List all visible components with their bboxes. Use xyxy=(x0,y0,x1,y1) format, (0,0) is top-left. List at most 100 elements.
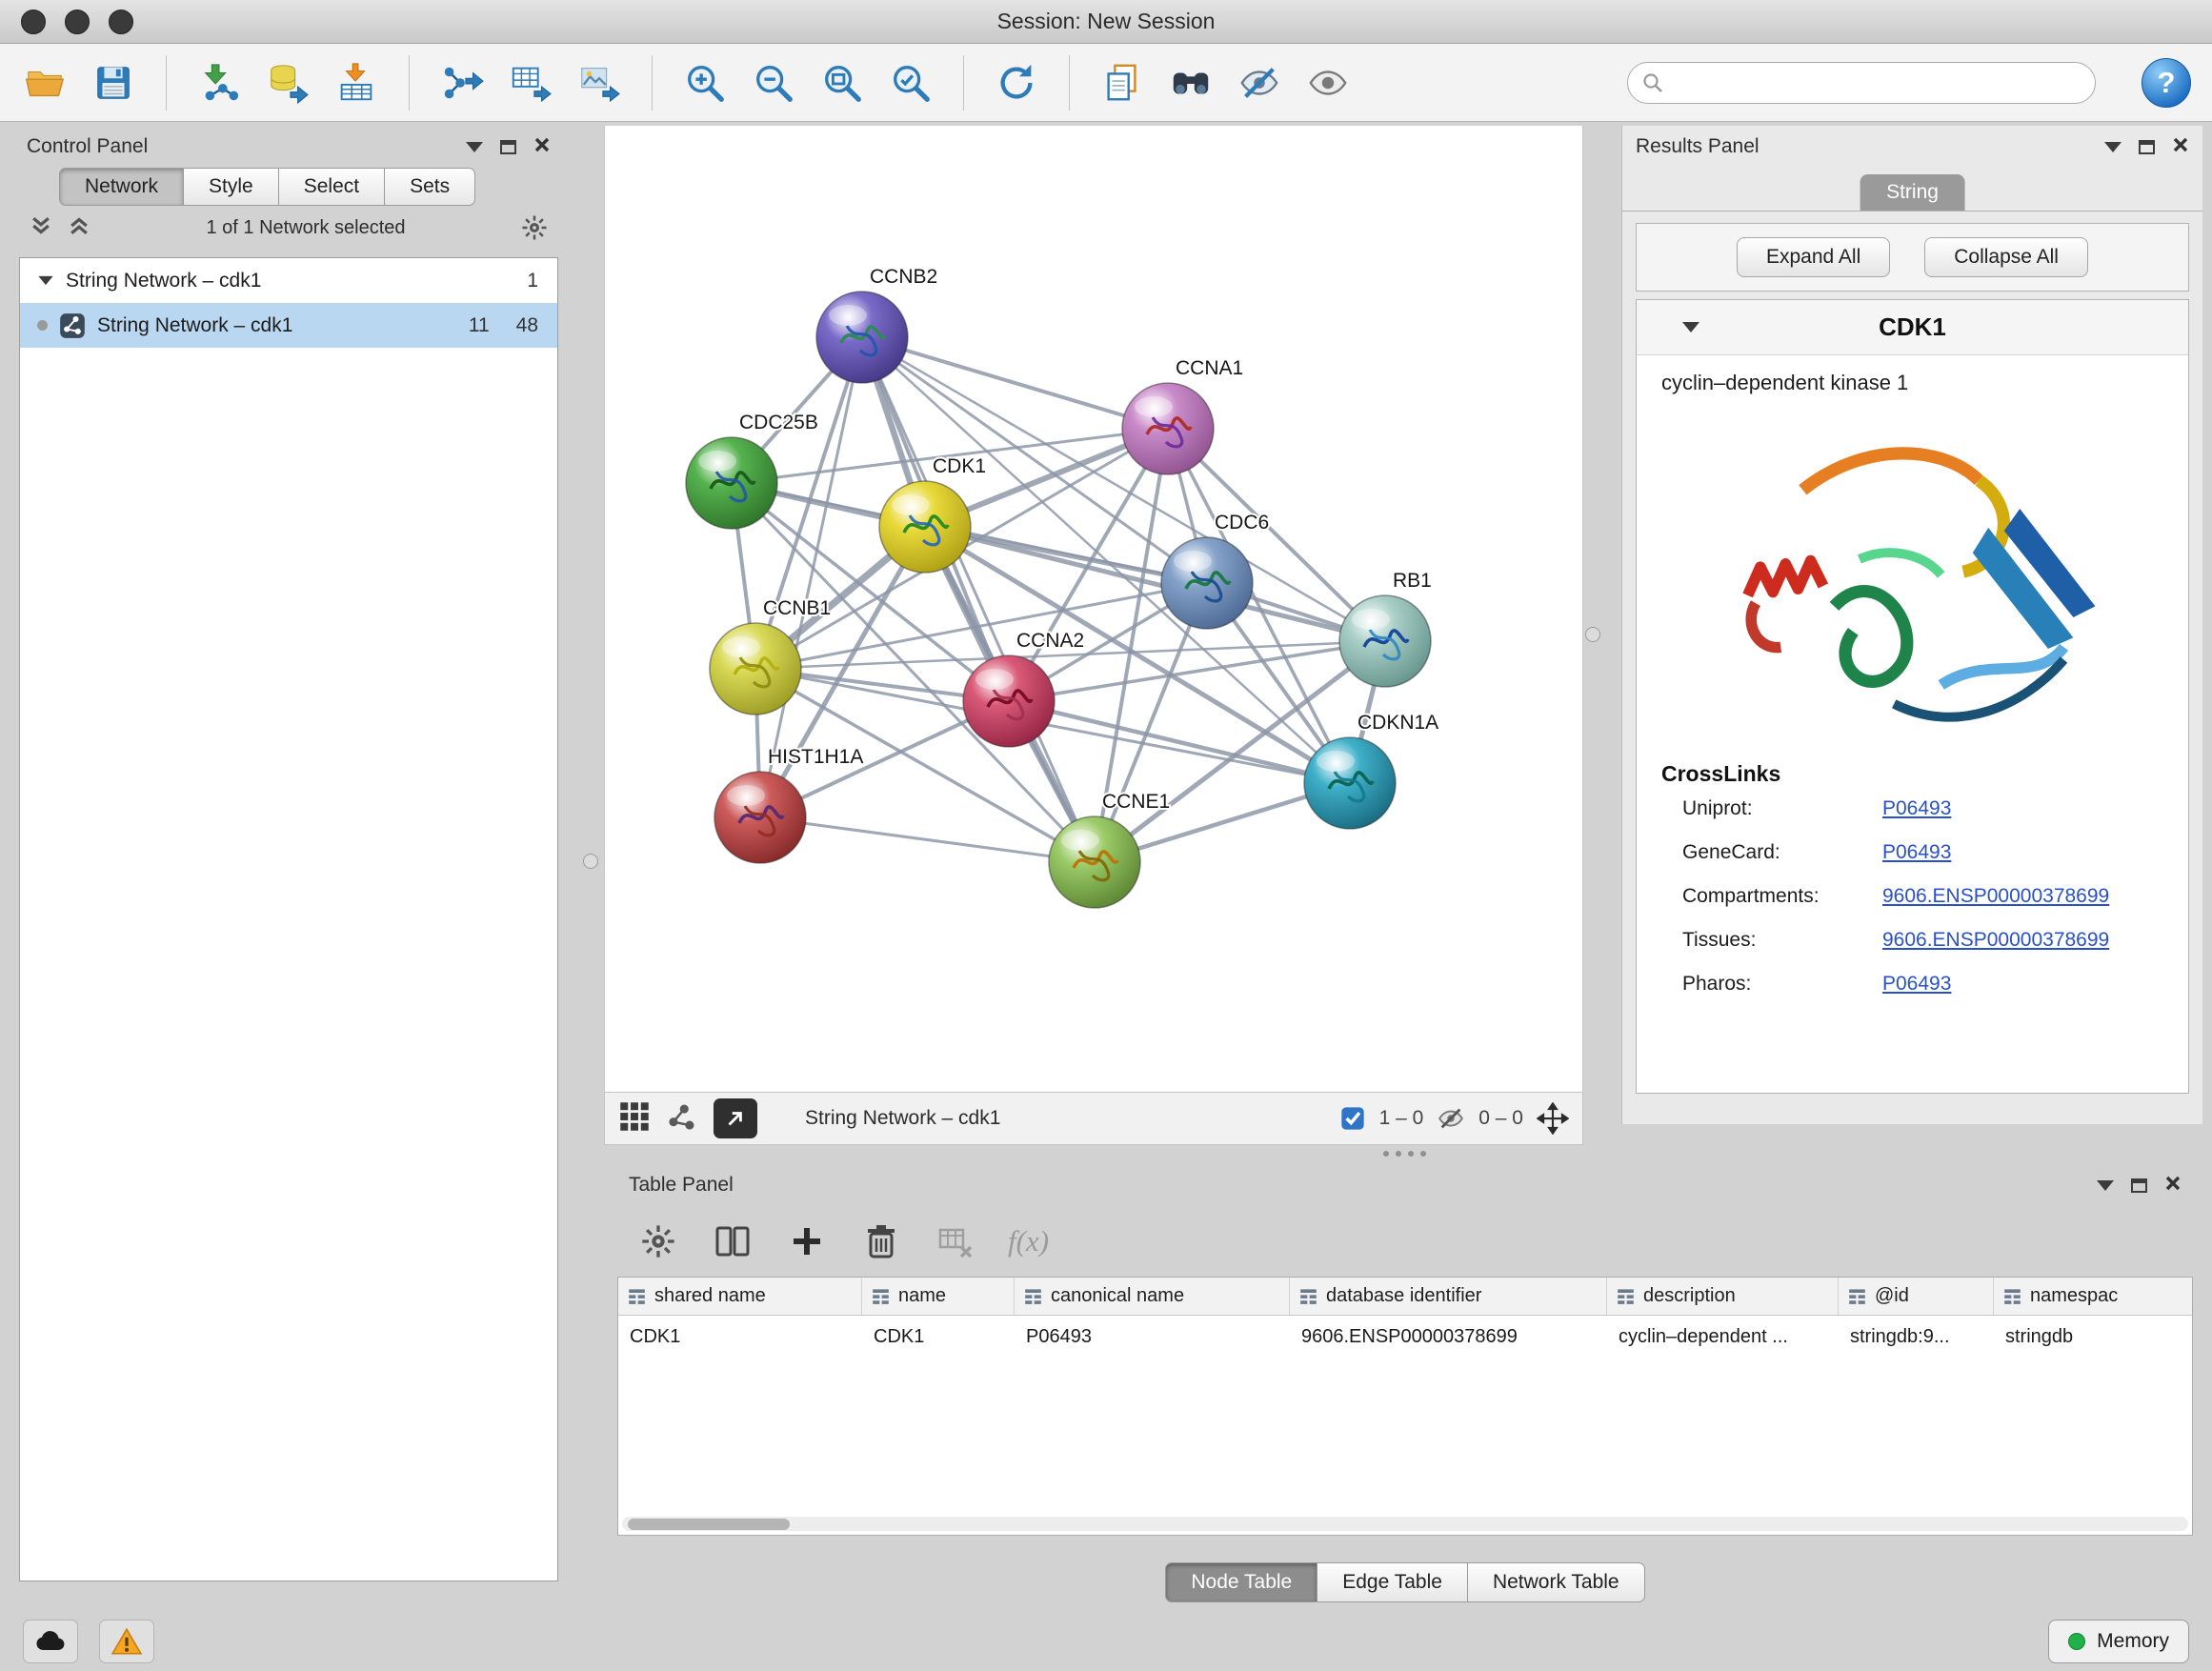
import-network-from-database-button[interactable] xyxy=(264,59,312,107)
table-cell[interactable]: cyclin–dependent ... xyxy=(1607,1326,1839,1348)
tab-string[interactable]: String xyxy=(1860,174,1965,211)
column-header[interactable]: shared name xyxy=(618,1278,862,1315)
export-network-button[interactable] xyxy=(438,59,486,107)
tab-select[interactable]: Select xyxy=(279,168,385,206)
column-header[interactable]: name xyxy=(862,1278,1015,1315)
column-header[interactable]: database identifier xyxy=(1290,1278,1607,1315)
horizontal-splitter-grip[interactable] xyxy=(1383,1151,1426,1157)
birdseye-view-icon[interactable] xyxy=(666,1100,698,1137)
selected-checkbox-icon[interactable] xyxy=(1339,1105,1366,1132)
grid-view-icon[interactable] xyxy=(618,1100,651,1137)
network-node-CDC6[interactable]: CDC6 xyxy=(1161,512,1269,629)
search-box[interactable] xyxy=(1627,62,2096,104)
cloud-status-button[interactable] xyxy=(23,1620,78,1663)
network-node-RB1[interactable]: RB1 xyxy=(1339,570,1432,687)
close-panel-icon[interactable] xyxy=(2164,1175,2182,1197)
network-edge-CCNB2-CCNA1[interactable] xyxy=(862,337,1168,429)
network-edge-CCNB2-CCNE1[interactable] xyxy=(862,337,1095,862)
first-neighbors-button[interactable] xyxy=(1167,59,1215,107)
help-button[interactable]: ? xyxy=(2142,58,2191,108)
tab-network-table[interactable]: Network Table xyxy=(1468,1562,1645,1602)
network-node-CCNB1[interactable]: CCNB1 xyxy=(710,597,831,715)
create-column-button[interactable] xyxy=(785,1219,829,1263)
column-header[interactable]: canonical name xyxy=(1015,1278,1290,1315)
node-details-header[interactable]: CDK1 xyxy=(1637,300,2188,355)
table-row[interactable]: CDK1CDK1P064939606.ENSP00000378699cyclin… xyxy=(618,1316,2192,1358)
expand-all-button[interactable]: Expand All xyxy=(1737,237,1890,277)
export-table-button[interactable] xyxy=(507,59,554,107)
column-header[interactable]: namespac xyxy=(1994,1278,2193,1315)
panel-menu-icon[interactable] xyxy=(2104,142,2122,152)
collapse-all-button[interactable]: Collapse All xyxy=(1924,237,2088,277)
network-edge-HIST1H1A-CCNE1[interactable] xyxy=(760,817,1095,862)
collection-disclosure-icon[interactable] xyxy=(38,276,52,285)
horizontal-scrollbar[interactable] xyxy=(622,1517,2188,1531)
crosslink-link[interactable]: P06493 xyxy=(1882,973,1951,996)
open-in-window-button[interactable] xyxy=(714,1098,757,1138)
network-node-CDC25B[interactable]: CDC25B xyxy=(686,412,818,529)
function-builder-button[interactable]: f(x) xyxy=(1008,1224,1049,1258)
crosshair-move-icon[interactable] xyxy=(1537,1102,1569,1135)
open-session-button[interactable] xyxy=(21,59,69,107)
network-node-HIST1H1A[interactable]: HIST1H1A xyxy=(714,746,863,863)
export-image-button[interactable] xyxy=(575,59,623,107)
column-header[interactable]: @id xyxy=(1839,1278,1994,1315)
crosslink-link[interactable]: P06493 xyxy=(1882,841,1951,864)
delete-table-button[interactable] xyxy=(934,1219,977,1263)
network-node-CCNB2[interactable]: CCNB2 xyxy=(816,266,937,383)
refresh-button[interactable] xyxy=(993,59,1040,107)
panel-menu-icon[interactable] xyxy=(466,142,483,152)
delete-column-button[interactable] xyxy=(859,1219,903,1263)
float-panel-icon[interactable] xyxy=(2139,140,2155,154)
panel-menu-icon[interactable] xyxy=(2097,1180,2114,1191)
left-splitter-handle[interactable] xyxy=(583,854,598,869)
tab-sets[interactable]: Sets xyxy=(385,168,475,206)
network-collection-row[interactable]: String Network – cdk1 1 xyxy=(20,258,557,303)
close-panel-icon[interactable] xyxy=(2172,136,2189,158)
tab-edge-table[interactable]: Edge Table xyxy=(1317,1562,1468,1602)
tab-node-table[interactable]: Node Table xyxy=(1165,1562,1317,1602)
details-disclosure-icon[interactable] xyxy=(1682,322,1699,332)
crosslink-link[interactable]: 9606.ENSP00000378699 xyxy=(1882,885,2109,908)
show-all-button[interactable] xyxy=(1304,59,1352,107)
network-row-selected[interactable]: String Network – cdk1 11 48 xyxy=(20,303,557,348)
hidden-eye-slash-icon[interactable] xyxy=(1437,1104,1465,1133)
import-network-from-file-button[interactable] xyxy=(195,59,243,107)
zoom-in-button[interactable] xyxy=(681,59,729,107)
clone-network-button[interactable] xyxy=(1098,59,1146,107)
table-cell[interactable]: P06493 xyxy=(1015,1326,1290,1348)
column-header[interactable]: description xyxy=(1607,1278,1839,1315)
right-splitter-handle[interactable] xyxy=(1585,627,1600,642)
import-table-button[interactable] xyxy=(332,59,380,107)
float-panel-icon[interactable] xyxy=(2131,1178,2147,1193)
save-session-button[interactable] xyxy=(90,59,137,107)
table-cell[interactable]: stringdb:9... xyxy=(1839,1326,1994,1348)
hide-selected-button[interactable] xyxy=(1236,59,1283,107)
table-cell[interactable]: 9606.ENSP00000378699 xyxy=(1290,1326,1607,1348)
table-cell[interactable]: CDK1 xyxy=(862,1326,1015,1348)
table-cell[interactable]: stringdb xyxy=(1994,1326,2193,1348)
tab-network[interactable]: Network xyxy=(59,168,184,206)
network-graph[interactable]: CCNB2CCNA1CDC25BCDK1CDC6RB1CCNB1CCNA2CDK… xyxy=(605,126,1582,1090)
network-node-CDKN1A[interactable]: CDKN1A xyxy=(1304,712,1438,829)
zoom-out-button[interactable] xyxy=(750,59,797,107)
table-options-button[interactable] xyxy=(636,1219,680,1263)
collapse-all-icon[interactable] xyxy=(29,213,53,243)
zoom-selected-button[interactable] xyxy=(887,59,935,107)
expand-all-icon[interactable] xyxy=(67,213,91,243)
network-canvas[interactable]: CCNB2CCNA1CDC25BCDK1CDC6RB1CCNB1CCNA2CDK… xyxy=(604,126,1583,1092)
search-input[interactable] xyxy=(1672,71,2081,93)
close-panel-icon[interactable] xyxy=(533,136,551,158)
zoom-fit-button[interactable] xyxy=(818,59,866,107)
tab-style[interactable]: Style xyxy=(184,168,279,206)
network-options-gear-icon[interactable] xyxy=(520,213,549,242)
crosslink-link[interactable]: 9606.ENSP00000378699 xyxy=(1882,929,2109,952)
show-columns-button[interactable] xyxy=(711,1219,754,1263)
scrollbar-thumb[interactable] xyxy=(628,1519,790,1530)
warnings-button[interactable] xyxy=(99,1620,154,1663)
crosslink-link[interactable]: P06493 xyxy=(1882,797,1951,820)
float-panel-icon[interactable] xyxy=(500,140,516,154)
table-cell[interactable]: CDK1 xyxy=(618,1326,862,1348)
network-node-CCNA1[interactable]: CCNA1 xyxy=(1122,357,1243,474)
memory-button[interactable]: Memory xyxy=(2048,1620,2189,1663)
